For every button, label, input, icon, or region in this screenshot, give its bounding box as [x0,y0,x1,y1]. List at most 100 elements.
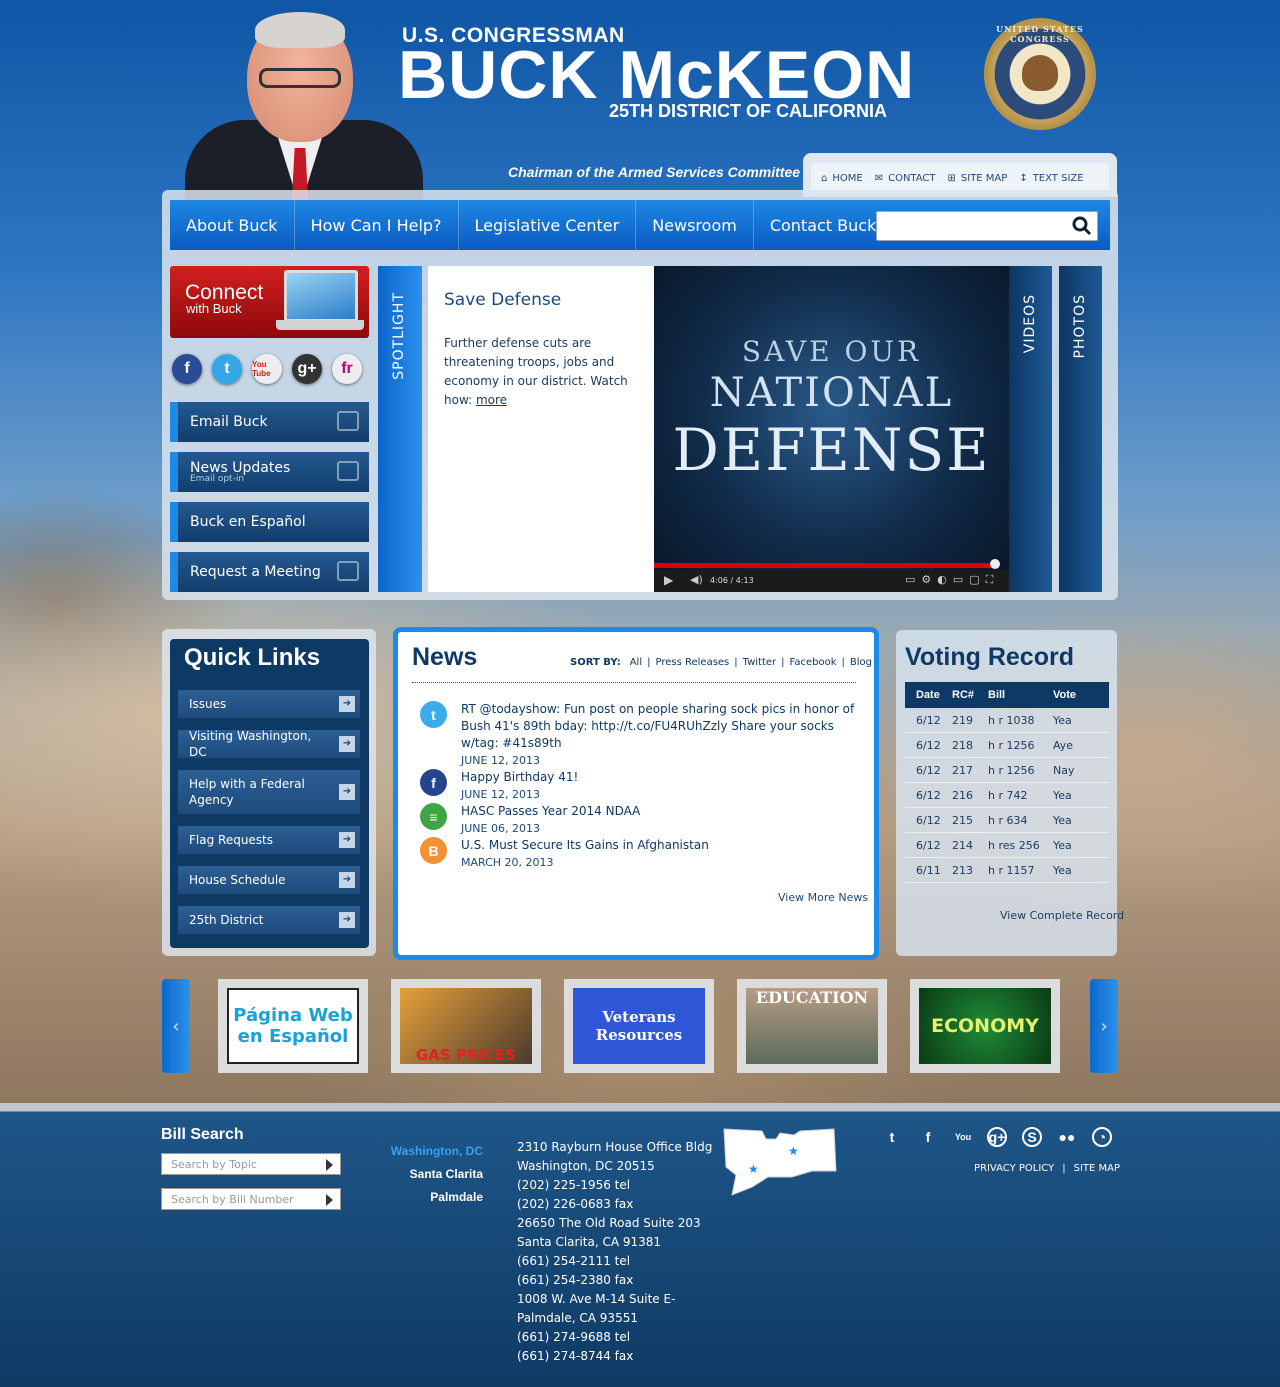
news-item-link[interactable]: U.S. Must Secure Its Gains in Afghanista… [461,837,709,854]
sort-blog[interactable]: Blog [850,657,872,668]
video-settings-icons[interactable]: ▭⚙◐▭▢⛶ [905,573,999,587]
request-meeting-button[interactable]: Request a Meeting [170,552,369,592]
video-scrubber[interactable] [990,559,1000,569]
rss-icon[interactable]: ◔ [1092,1127,1112,1147]
flickr-icon[interactable]: fr [332,354,362,384]
news-item-link[interactable]: RT @todayshow: Fun post on people sharin… [461,701,857,752]
table-row[interactable]: 6/12 218 h r 1256 Aye [905,733,1109,758]
chevron-right-icon: › [1100,1015,1108,1037]
flickr-icon[interactable]: ●● [1057,1127,1077,1147]
congressman-portrait [185,10,423,200]
utility-sitemap[interactable]: ⊞ SITE MAP [948,173,1008,184]
press-release-icon: ≡ [420,803,447,830]
news-divider [412,682,856,683]
skype-icon[interactable]: S [1022,1127,1042,1147]
go-arrow-icon[interactable] [326,1194,333,1206]
carousel-prev-button[interactable]: ‹ [162,979,190,1073]
social-links: f t You Tube g+ fr [172,354,362,384]
news-item-link[interactable]: HASC Passes Year 2014 NDAA [461,803,640,820]
table-row[interactable]: 6/12 217 h r 1256 Nay [905,758,1109,783]
carousel-next-button[interactable]: › [1090,979,1118,1073]
news-item: B U.S. Must Secure Its Gains in Afghanis… [420,837,860,871]
arrow-right-icon: ➜ [339,696,355,712]
quick-link-flag-requests[interactable]: Flag Requests ➜ [178,826,360,854]
twitter-icon[interactable]: t [882,1127,902,1147]
spotlight-tab[interactable]: SPOTLIGHT [378,266,422,592]
news-item-link[interactable]: Happy Birthday 41! [461,769,578,786]
sort-facebook[interactable]: Facebook [790,657,837,668]
photos-tab[interactable]: PHOTOS [1059,266,1102,592]
chairman-label: Chairman of the Armed Services Committee [508,164,801,180]
sort-twitter[interactable]: Twitter [743,657,777,668]
search-input[interactable] [876,211,1098,241]
office-tab-washington[interactable]: Washington, DC [391,1144,483,1158]
bill-search-number-input[interactable]: Search by Bill Number [161,1188,341,1210]
office-addresses: 2310 Rayburn House Office Bldg Washingto… [517,1140,713,1363]
carousel-item-education[interactable]: EDUCATION [737,979,887,1073]
quick-link-house-schedule[interactable]: House Schedule ➜ [178,866,360,894]
office-tab-palmdale[interactable]: Palmdale [430,1190,483,1204]
view-complete-record-link[interactable]: View Complete Record [1000,909,1124,922]
chevron-left-icon: ‹ [172,1015,180,1037]
eagle-icon [1022,55,1058,91]
facebook-icon[interactable]: f [918,1127,938,1147]
news-item-date: JUNE 12, 2013 [461,788,540,801]
nav-legislative-center[interactable]: Legislative Center [459,200,637,250]
news-item: t RT @todayshow: Fun post on people shar… [420,701,860,769]
table-row[interactable]: 6/11 213 h r 1157 Yea [905,858,1109,883]
text-size-icon: ↕ [1019,172,1028,184]
video-text-1: SAVE OUR [741,335,922,368]
sort-press-releases[interactable]: Press Releases [655,657,729,668]
facebook-icon: f [420,769,447,796]
blog-icon: B [420,837,447,864]
go-arrow-icon[interactable] [326,1159,333,1171]
quick-links-title: Quick Links [184,644,321,671]
utility-home[interactable]: ⌂ HOME [821,173,863,184]
view-more-news-link[interactable]: View More News [778,891,868,904]
carousel-item-espanol[interactable]: Página Web en Español [218,979,368,1073]
youtube-icon[interactable]: You [953,1127,973,1147]
spotlight-more-link[interactable]: more [476,393,507,407]
utility-contact[interactable]: ✉ CONTACT [875,173,936,184]
quick-link-25th-district[interactable]: 25th District ➜ [178,906,360,934]
twitter-icon[interactable]: t [212,354,242,384]
table-row[interactable]: 6/12 216 h r 742 Yea [905,783,1109,808]
carousel-item-gas-prices[interactable]: GAS PRICES [391,979,541,1073]
nav-about-buck[interactable]: About Buck [170,200,295,250]
footer-sitemap-link[interactable]: SITE MAP [1074,1163,1120,1174]
office-tab-santa-clarita[interactable]: Santa Clarita [410,1167,483,1181]
nav-how-can-i-help[interactable]: How Can I Help? [295,200,459,250]
district-map-icon[interactable]: ★ ★ [722,1127,838,1197]
quick-link-issues[interactable]: Issues ➜ [178,690,360,718]
table-row[interactable]: 6/12 215 h r 634 Yea [905,808,1109,833]
nav-newsroom[interactable]: Newsroom [636,200,754,250]
youtube-icon[interactable]: You Tube [252,354,282,384]
facebook-icon[interactable]: f [172,354,202,384]
video-progress-bar[interactable] [654,563,994,568]
nav-contact-buck[interactable]: Contact Buck [754,200,893,250]
carousel-item-economy[interactable]: ECONOMY [910,979,1060,1073]
videos-tab[interactable]: VIDEOS [1009,266,1052,592]
google-plus-icon[interactable]: g+ [987,1127,1007,1147]
bill-search-topic-input[interactable]: Search by Topic [161,1153,341,1175]
connect-subtitle: with Buck [186,301,242,316]
utility-textsize[interactable]: ↕ TEXT SIZE [1019,173,1083,184]
play-icon[interactable]: ▶ [664,573,673,587]
news-item-date: MARCH 20, 2013 [461,856,554,869]
calendar-icon [337,561,359,581]
buck-en-espanol-button[interactable]: Buck en Español [170,502,369,542]
video-text-3: DEFENSE [672,416,991,484]
carousel-item-veterans[interactable]: Veterans Resources [564,979,714,1073]
sort-all[interactable]: All [630,657,642,668]
envelope-icon [337,411,359,431]
quick-link-visiting-dc[interactable]: Visiting Washington, DC ➜ [178,729,360,759]
google-plus-icon[interactable]: g+ [292,354,322,384]
quick-link-federal-agency[interactable]: Help with a Federal Agency ➜ [178,770,360,814]
table-row[interactable]: 6/12 219 h r 1038 Yea [905,708,1109,733]
email-buck-button[interactable]: Email Buck [170,402,369,442]
search-icon[interactable] [1072,216,1092,236]
privacy-policy-link[interactable]: PRIVACY POLICY [974,1163,1054,1174]
news-updates-button[interactable]: News Updates Email opt-in [170,452,369,492]
volume-icon[interactable]: ◀) [690,573,703,586]
table-row[interactable]: 6/12 214 h res 256 Yea [905,833,1109,858]
